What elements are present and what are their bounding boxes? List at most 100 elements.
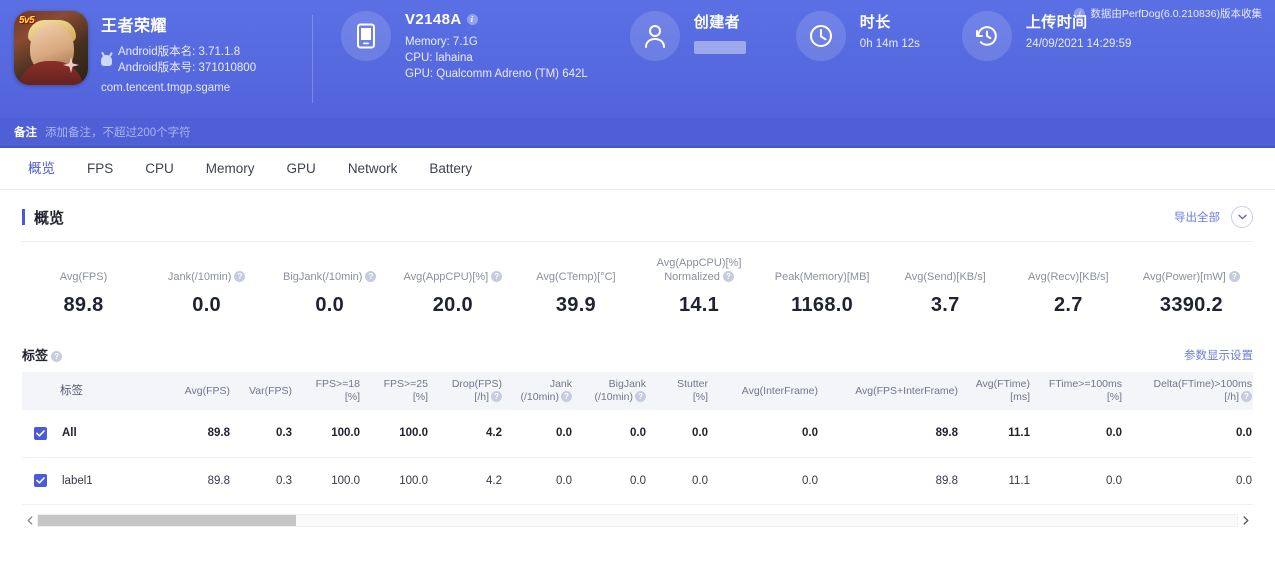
cell: 4.2 (432, 457, 506, 505)
header-divider (312, 15, 313, 103)
overview-metrics-row: Avg(FPS) 89.8 Jank(/10min)? 0.0 BigJank(… (22, 242, 1253, 325)
section-accent-bar (22, 209, 25, 225)
col-label[interactable]: 标签 (22, 372, 172, 410)
col-drop-fps[interactable]: Drop(FPS) [/h]? (432, 372, 506, 410)
cell: 11.1 (962, 457, 1034, 505)
scrollbar-track[interactable] (37, 514, 1238, 527)
col-fps-gte-25[interactable]: FPS>=25 [%] (364, 372, 432, 410)
help-icon[interactable]: ? (491, 271, 503, 282)
metric-label: Avg(AppCPU)[%]? (391, 270, 514, 284)
info-icon: i (1074, 8, 1086, 19)
col-delta-ftime-gt-100ms[interactable]: Delta(FTime)>100ms [/h]? (1126, 372, 1253, 410)
table-row[interactable]: label1 89.8 0.3 100.0 100.0 4.2 0.0 0.0 … (22, 457, 1253, 505)
help-icon[interactable]: ? (722, 271, 734, 282)
metric-value: 3390.2 (1159, 294, 1223, 316)
help-icon[interactable]: ? (234, 271, 246, 282)
col-fps-gte-18[interactable]: FPS>=18 [%] (296, 372, 364, 410)
phone-icon (341, 11, 391, 61)
metric-avg-appcpu-normalized: Avg(AppCPU)[%] Normalized? 14.1 (637, 256, 760, 317)
cell: 0.0 (712, 410, 822, 458)
metric-jank: Jank(/10min)? 0.0 (145, 270, 268, 317)
labels-title: 标签? (22, 345, 63, 364)
cell: 100.0 (364, 457, 432, 505)
tab-overview[interactable]: 概览 (12, 148, 71, 190)
row-label-cell: label1 (22, 457, 172, 505)
cell: 0.3 (234, 410, 296, 458)
help-icon[interactable]: ? (561, 391, 572, 402)
remarks-bar[interactable]: 备注 添加备注，不超过200个字符 (0, 118, 1275, 148)
scroll-left-arrow-icon[interactable] (22, 513, 37, 528)
col-var-fps[interactable]: Var(FPS) (234, 372, 296, 410)
row-label-cell: All (22, 410, 172, 458)
help-icon[interactable]: ? (635, 391, 646, 402)
device-info-icon[interactable]: i (466, 14, 478, 25)
col-avg-interframe[interactable]: Avg(InterFrame) (712, 372, 822, 410)
col-bigjank[interactable]: BigJank (/10min)? (576, 372, 650, 410)
overview-section-header: 概览 导出全部 (22, 190, 1253, 241)
cell: 89.8 (172, 410, 234, 458)
col-stutter[interactable]: Stutter [%] (650, 372, 712, 410)
metric-label: Jank(/10min)? (145, 270, 268, 284)
metric-label: Avg(CTemp)[°C] (536, 271, 616, 283)
tab-memory[interactable]: Memory (190, 148, 271, 190)
app-name: 王者荣耀 (101, 18, 168, 35)
device-model-name: V2148A i (405, 11, 588, 28)
help-icon[interactable]: ? (51, 351, 63, 362)
app-version-group: Android版本名: 3.71.1.8 Android版本号: 3710108… (101, 44, 256, 76)
param-display-settings-button[interactable]: 参数显示设置 (1184, 347, 1253, 363)
tab-cpu[interactable]: CPU (129, 148, 190, 190)
clock-icon (795, 11, 846, 61)
row-label-text: All (62, 427, 77, 440)
main-tab-bar: 概览 FPS CPU Memory GPU Network Battery (0, 148, 1275, 190)
scrollbar-thumb[interactable] (38, 515, 296, 526)
cell: 0.0 (506, 457, 576, 505)
tab-gpu[interactable]: GPU (271, 148, 332, 190)
help-icon[interactable]: ? (1228, 271, 1240, 282)
table-horizontal-scrollbar[interactable] (22, 513, 1253, 529)
col-avg-fps-interframe[interactable]: Avg(FPS+InterFrame) (822, 372, 962, 410)
row-checkbox[interactable] (34, 474, 47, 487)
cell: 0.0 (1034, 457, 1126, 505)
chevron-down-icon[interactable] (1231, 206, 1253, 228)
tab-fps[interactable]: FPS (71, 148, 129, 190)
upload-time-value: 24/09/2021 14:29:59 (1025, 38, 1132, 50)
cell: 89.8 (822, 410, 962, 458)
page-title: 概览 (34, 209, 65, 227)
metric-value: 39.9 (555, 294, 596, 316)
help-icon[interactable]: ? (365, 271, 377, 282)
overview-panel: 概览 导出全部 Avg(FPS) 89.8 Jank(/10min)? 0.0 … (0, 190, 1275, 529)
export-all-button[interactable]: 导出全部 (1174, 209, 1220, 225)
metric-label: Peak(Memory)[MB] (774, 271, 870, 283)
user-icon (629, 11, 680, 61)
help-icon[interactable]: ? (491, 391, 502, 402)
metric-value: 1168.0 (791, 294, 854, 316)
creator-block: 创建者 (629, 11, 746, 61)
metric-label: BigJank(/10min)? (268, 270, 391, 284)
cell: 0.0 (1126, 457, 1253, 505)
android-icon (101, 54, 112, 66)
col-ftime-gte-100ms[interactable]: FTime>=100ms [%] (1034, 372, 1126, 410)
row-label-text: label1 (62, 474, 93, 487)
metric-avg-ctemp: Avg(CTemp)[°C] 39.9 (514, 270, 637, 317)
row-checkbox[interactable] (34, 426, 47, 440)
app-version-name: Android版本名: 3.71.1.8 (118, 46, 241, 58)
scroll-right-arrow-icon[interactable] (1238, 513, 1253, 528)
device-cpu: CPU: lahaina (405, 52, 473, 64)
device-info-block: V2148A i Memory: 7.1G CPU: lahaina GPU: Q… (341, 11, 588, 82)
table-header-row: 标签 Avg(FPS) Var(FPS) FPS>=18 [%] FPS>=25[… (22, 372, 1253, 410)
metric-avg-power: Avg(Power)[mW]? 3390.2 (1130, 270, 1253, 317)
table-row[interactable]: All 89.8 0.3 100.0 100.0 4.2 0.0 0.0 0.0… (22, 410, 1253, 458)
app-package-name: com.tencent.tmgp.sgame (101, 82, 231, 94)
cell: 0.0 (506, 410, 576, 458)
help-icon[interactable]: ? (1241, 391, 1252, 402)
metric-avg-send: Avg(Send)[KB/s] 3.7 (884, 270, 1007, 317)
tab-battery[interactable]: Battery (413, 148, 488, 190)
col-avg-fps[interactable]: Avg(FPS) (172, 372, 234, 410)
metric-label: Avg(FPS) (59, 271, 108, 283)
metric-label: Avg(Recv)[KB/s] (1028, 271, 1109, 283)
device-memory: Memory: 7.1G (405, 36, 478, 48)
col-jank[interactable]: Jank (/10min)? (506, 372, 576, 410)
col-avg-ftime[interactable]: Avg(FTime) [ms] (962, 372, 1034, 410)
remarks-input[interactable]: 添加备注，不超过200个字符 (45, 124, 191, 140)
tab-network[interactable]: Network (332, 148, 414, 190)
